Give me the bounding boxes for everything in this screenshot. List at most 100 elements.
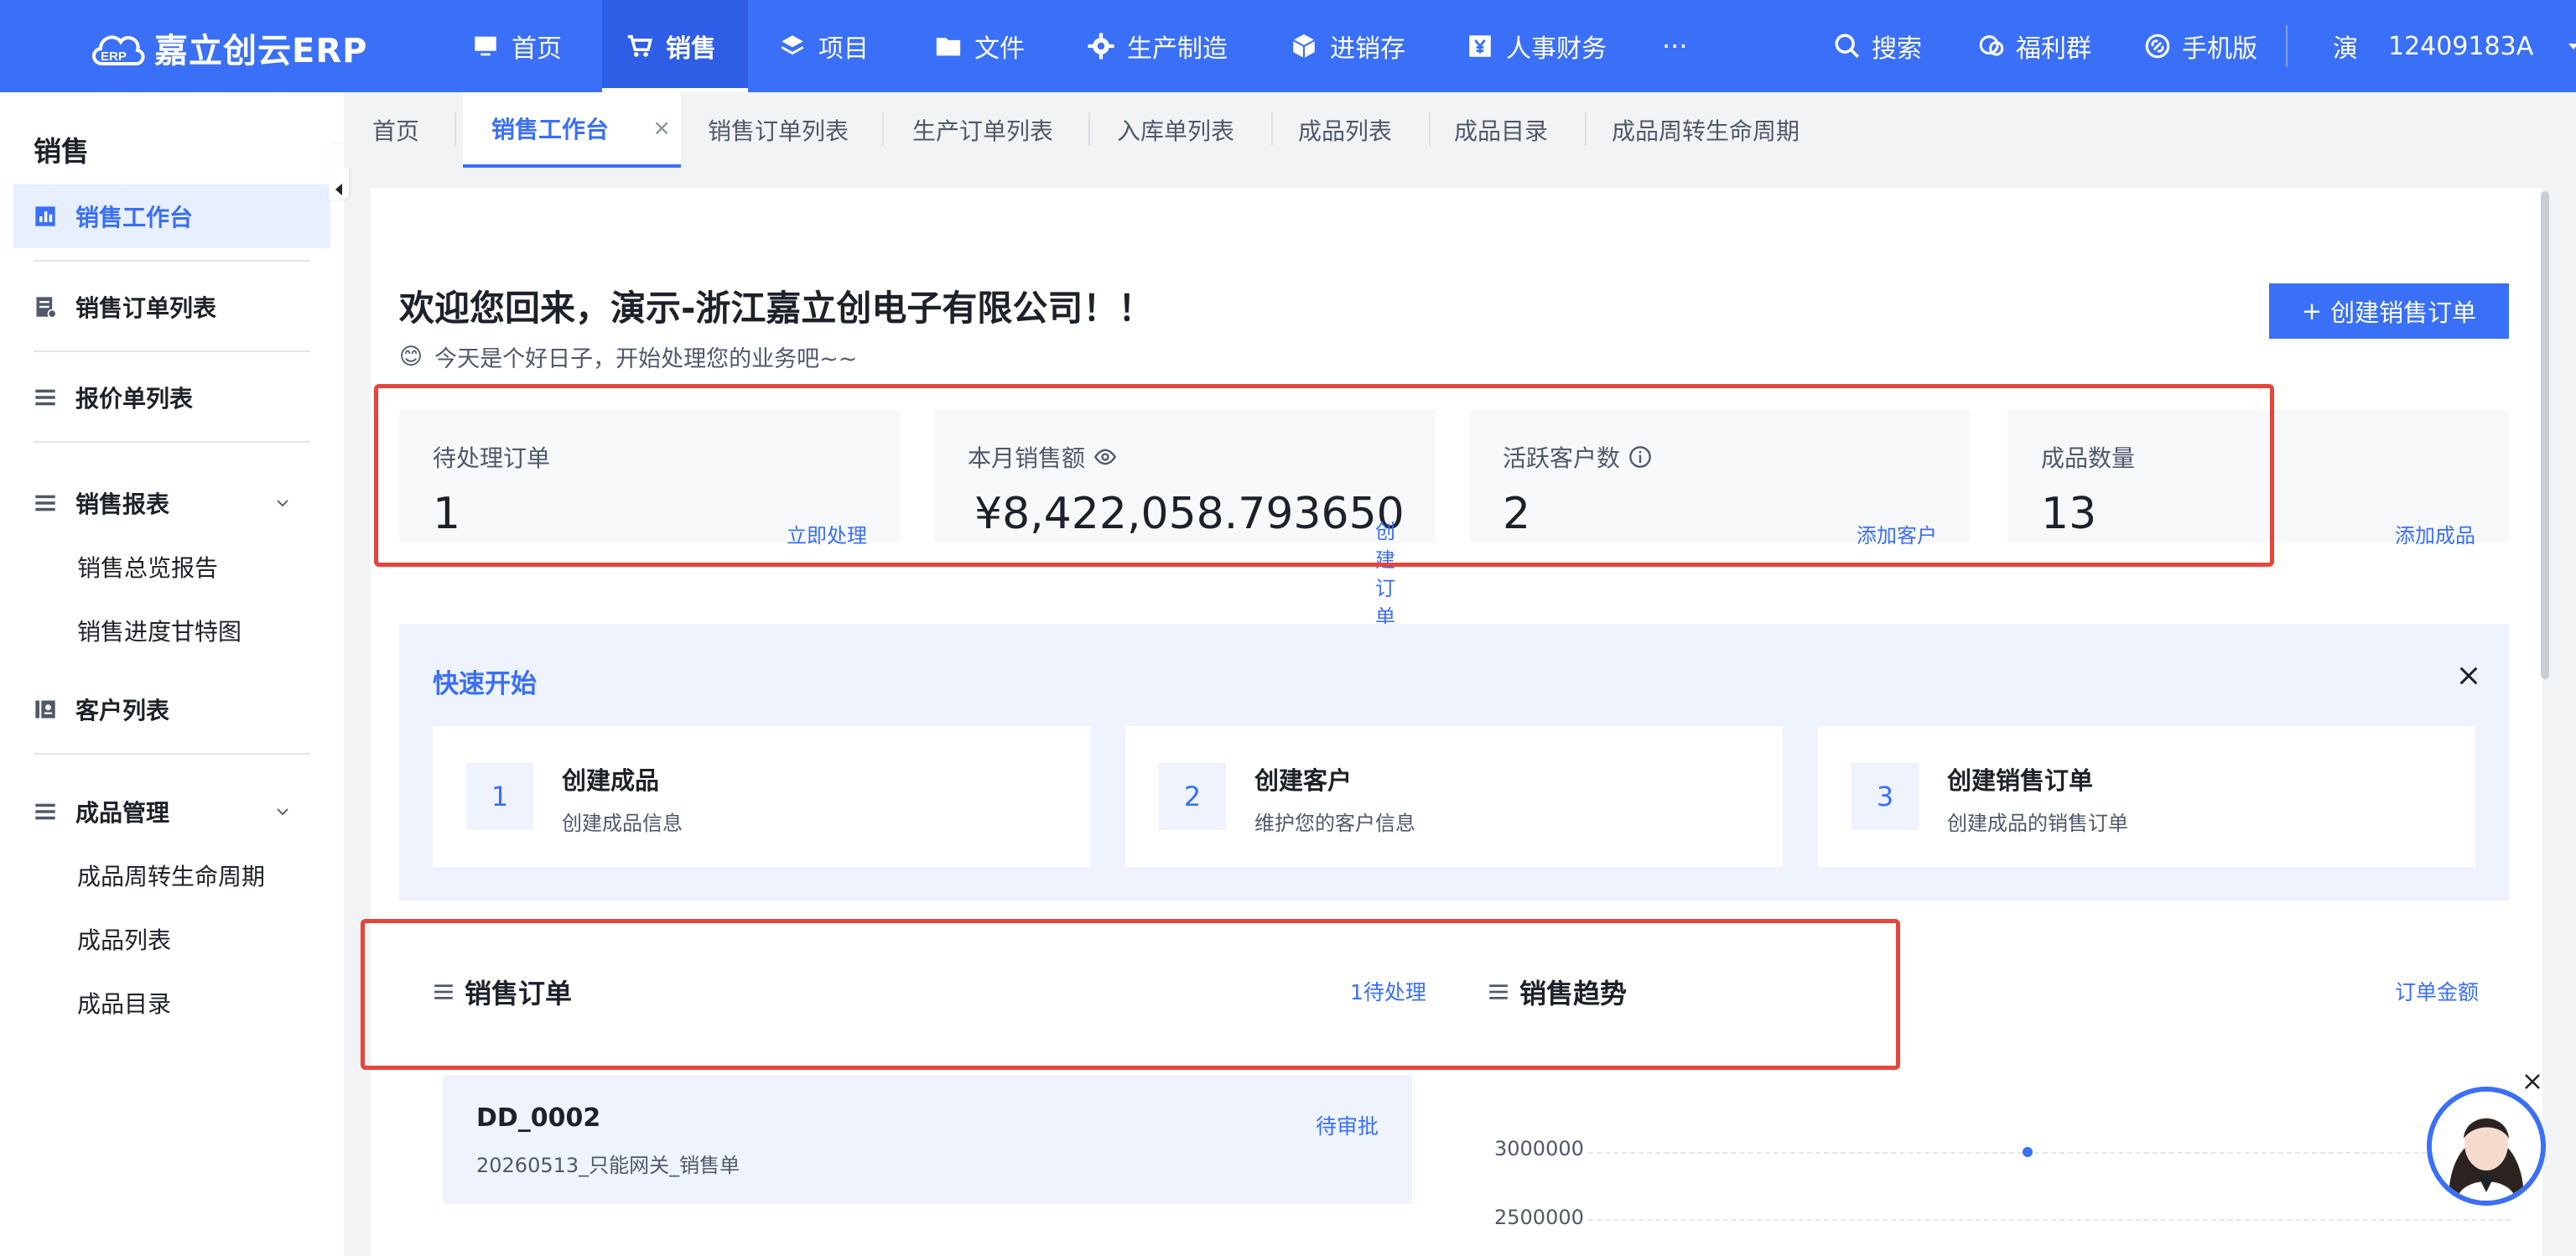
grid-line	[1588, 1219, 2511, 1221]
tab-product-lifecycle[interactable]: 成品周转生命周期	[1612, 92, 1800, 168]
tab-divider	[882, 112, 884, 146]
search-button[interactable]: 搜索	[1833, 0, 1922, 92]
layers-icon	[781, 35, 804, 55]
quick-card-title: 创建客户	[1254, 766, 1353, 795]
sidebar-item-quotes[interactable]: 报价单列表	[13, 366, 330, 429]
sidebar-divider	[34, 350, 310, 352]
yen-icon	[1469, 35, 1491, 57]
sidebar-divider	[34, 441, 310, 443]
order-id: DD_0002	[476, 1103, 601, 1133]
assistant-portrait-icon	[2432, 1092, 2541, 1201]
trend-data-point[interactable]	[2023, 1147, 2033, 1157]
sidebar-divider	[34, 753, 310, 755]
sidebar-subitem-product-lifecycle[interactable]: 成品周转生命周期	[77, 859, 265, 892]
close-icon[interactable]	[2457, 664, 2480, 688]
add-product-link[interactable]: 添加成品	[2395, 519, 2475, 548]
nav-hr-finance[interactable]: 人事财务	[1466, 0, 1607, 92]
chevron-down-icon	[277, 500, 288, 507]
sidebar-item-sales-orders[interactable]: 销售订单列表	[13, 275, 330, 339]
assistant-avatar[interactable]	[2427, 1087, 2546, 1206]
search-icon	[1835, 34, 1860, 59]
welcome-subtitle: 😊 今天是个好日子，开始处理您的业务吧~~	[399, 344, 858, 372]
nav-more[interactable]: ···	[1662, 0, 1688, 92]
document-icon	[36, 297, 57, 319]
cloud-logo-icon: ERP	[87, 25, 148, 70]
user-avatar: 演	[2333, 34, 2358, 64]
sidebar-item-sales-reports[interactable]: 销售报表	[13, 471, 330, 535]
highlight-box-sections	[361, 919, 1900, 1070]
svg-text:ERP: ERP	[101, 49, 127, 64]
grid-line	[1588, 1152, 2511, 1154]
nav-sales[interactable]: 销售	[602, 0, 748, 92]
nav-files[interactable]: 文件	[934, 0, 1025, 92]
y-tick-label: 3000000	[1494, 1137, 1584, 1160]
tab-sales-orders[interactable]: 销售订单列表	[708, 92, 849, 168]
tab-divider	[454, 112, 456, 146]
order-amount-link[interactable]: 订单金额	[2395, 976, 2479, 1006]
user-menu[interactable]: 演 12409183A	[2333, 0, 2576, 92]
order-description: 20260513_只能网关_销售单	[476, 1154, 740, 1177]
order-status[interactable]: 待审批	[1316, 1110, 1379, 1140]
app-title: 嘉立创云ERP	[154, 32, 368, 70]
nav-project[interactable]: 项目	[778, 0, 869, 92]
list-icon	[35, 803, 55, 820]
tab-close-icon[interactable]: ×	[652, 116, 671, 141]
monitor-icon	[475, 36, 496, 56]
welcome-title: 欢迎您回来，演示-浙江嘉立创电子有限公司！！	[399, 288, 1154, 329]
highlight-box-stats	[374, 384, 2274, 567]
tab-divider	[1088, 112, 1090, 146]
vertical-scrollbar[interactable]	[2541, 191, 2549, 679]
quick-start-panel: 快速开始 1 创建成品 创建成品信息 2 创建客户 维护您的客户信息 3 创建销…	[399, 624, 2509, 900]
step-number: 1	[466, 763, 533, 830]
list-icon	[35, 389, 55, 406]
tab-divider	[1271, 112, 1273, 146]
sidebar-divider	[34, 260, 310, 262]
tab-product-list[interactable]: 成品列表	[1298, 92, 1392, 168]
app-logo[interactable]: ERP 嘉立创云ERP	[87, 23, 367, 72]
sidebar-item-product-management[interactable]: 成品管理	[13, 780, 330, 843]
tab-production-orders[interactable]: 生产订单列表	[912, 92, 1053, 168]
nav-divider	[2286, 25, 2288, 67]
bar-chart-icon	[35, 206, 55, 226]
sidebar-item-sales-workbench[interactable]: 销售工作台	[13, 184, 330, 248]
sidebar-subitem-product-list[interactable]: 成品列表	[77, 922, 171, 956]
quick-card-create-product[interactable]: 1 创建成品 创建成品信息	[433, 726, 1090, 867]
quick-card-create-customer[interactable]: 2 创建客户 维护您的客户信息	[1125, 726, 1783, 867]
link-icon	[2145, 34, 2170, 59]
step-number: 2	[1159, 763, 1226, 830]
nav-manufacturing[interactable]: 生产制造	[1087, 0, 1228, 92]
tab-sales-workbench[interactable]: 销售工作台 ×	[463, 92, 681, 168]
tab-home[interactable]: 首页	[372, 92, 419, 168]
tab-product-catalog[interactable]: 成品目录	[1454, 92, 1548, 168]
quick-card-create-sales-order[interactable]: 3 创建销售订单 创建成品的销售订单	[1818, 726, 2475, 867]
gear-icon	[1088, 33, 1114, 60]
welfare-group-button[interactable]: 福利群	[1977, 0, 2091, 92]
sidebar-title: 销售	[34, 135, 89, 168]
smile-emoji-icon: 😊	[399, 344, 423, 370]
sidebar-subitem-product-catalog[interactable]: 成品目录	[77, 986, 171, 1020]
quick-start-title: 快速开始	[433, 669, 537, 699]
tab-bar: 首页 销售工作台 × 销售订单列表 生产订单列表 入库单列表 成品列表 成品目录…	[344, 92, 2576, 168]
create-sales-order-button[interactable]: + 创建销售订单	[2269, 283, 2509, 339]
mobile-version-button[interactable]: 手机版	[2143, 0, 2257, 92]
close-icon[interactable]	[2522, 1072, 2542, 1092]
y-tick-label: 2500000	[1494, 1206, 1584, 1229]
step-number: 3	[1852, 763, 1919, 830]
tab-divider	[1585, 112, 1587, 146]
folder-icon	[936, 38, 961, 56]
nav-inventory[interactable]: 进销存	[1290, 0, 1405, 92]
list-icon	[35, 495, 55, 511]
contact-card-icon	[35, 700, 55, 719]
nav-home[interactable]: 首页	[471, 0, 562, 92]
sidebar-subitem-gantt[interactable]: 销售进度甘特图	[77, 614, 242, 647]
sales-order-card[interactable]: DD_0002 20260513_只能网关_销售单 待审批	[443, 1075, 1412, 1204]
tab-inbound-list[interactable]: 入库单列表	[1117, 92, 1234, 168]
top-nav: ERP 嘉立创云ERP 首页 销售 项目 文件 生产制造 进销存 人事财务 ··…	[0, 0, 2576, 92]
quick-card-desc: 创建成品信息	[562, 812, 683, 835]
caret-down-icon	[2568, 44, 2576, 49]
cart-icon	[627, 34, 653, 57]
chat-icon	[1979, 35, 2004, 56]
sidebar-subitem-sales-overview[interactable]: 销售总览报告	[77, 550, 218, 584]
quick-card-desc: 创建成品的销售订单	[1947, 812, 2128, 835]
sidebar-item-customers[interactable]: 客户列表	[13, 677, 330, 741]
